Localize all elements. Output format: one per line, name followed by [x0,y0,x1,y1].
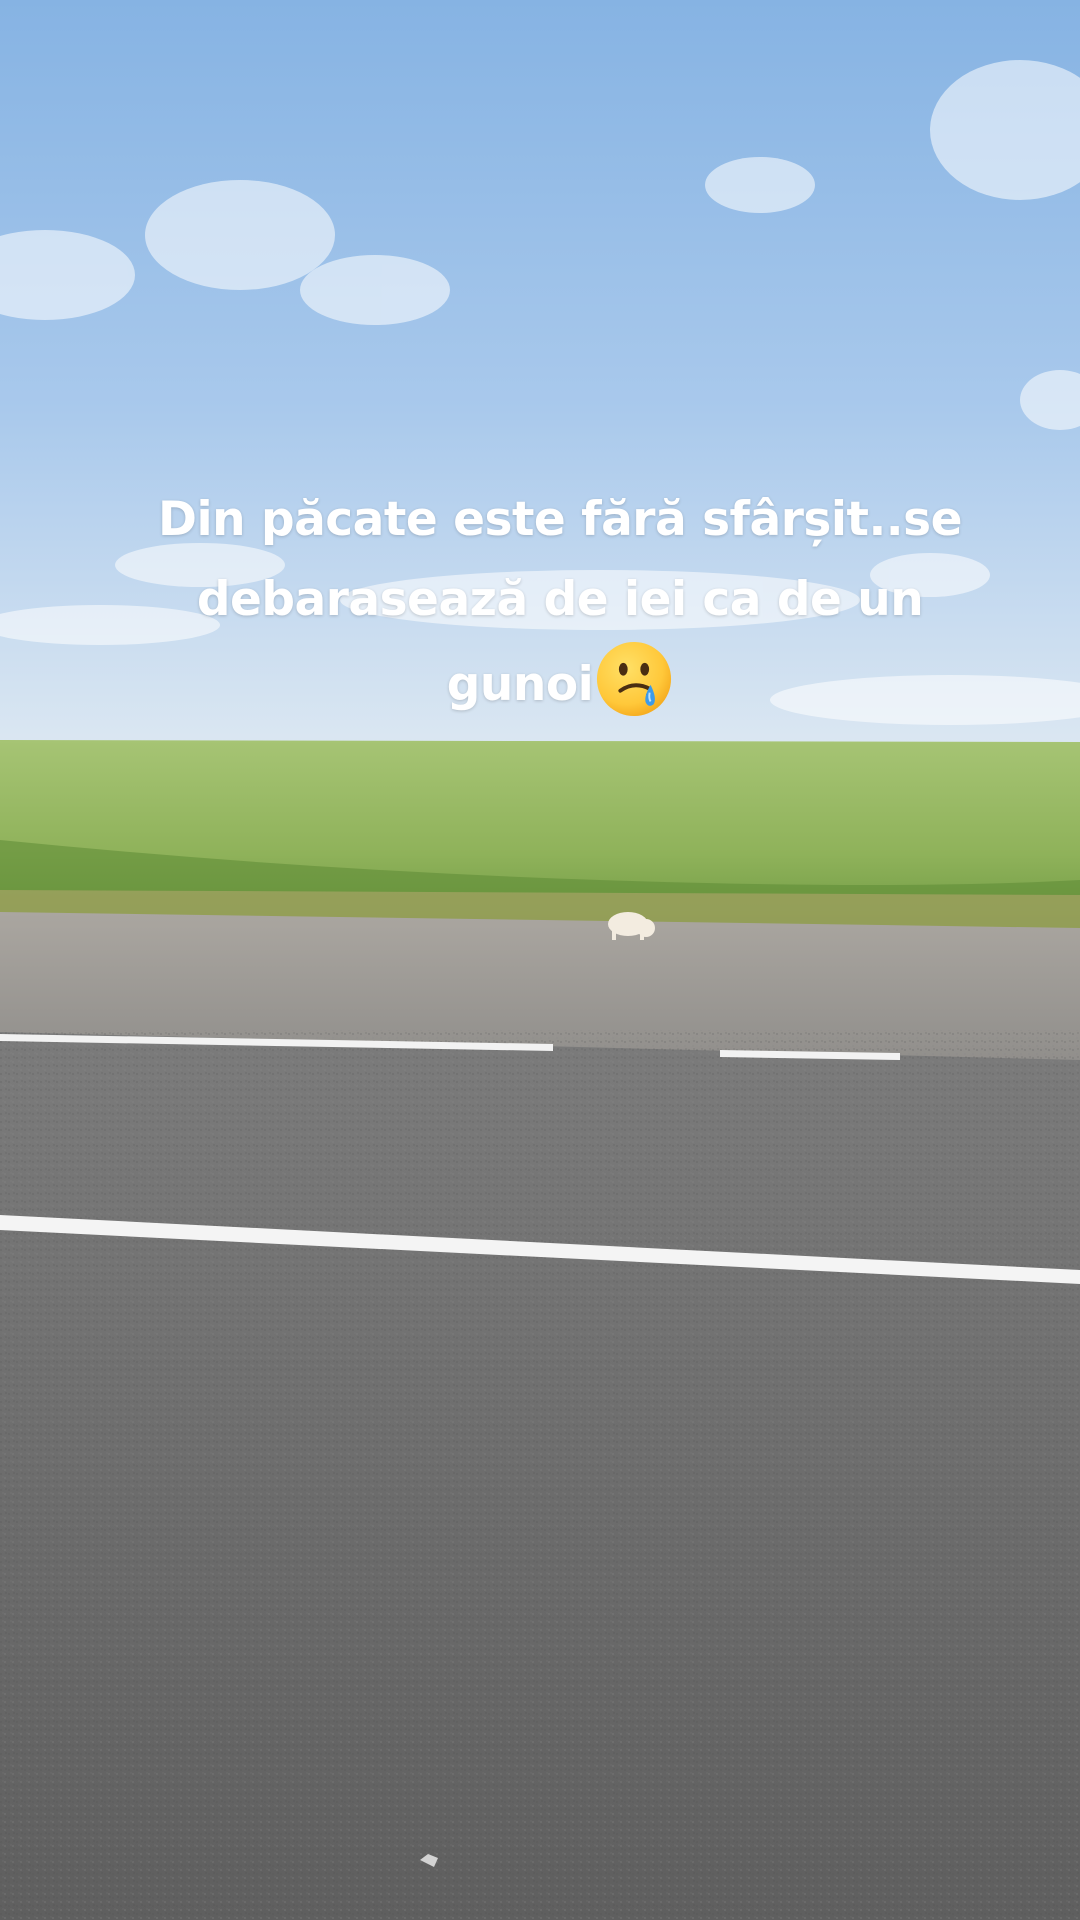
video-frame: Din păcate este fără sfârșit..se debaras… [0,0,1080,1920]
video-caption: Din păcate este fără sfârșit..se debaras… [140,480,980,725]
face-holding-back-tears-icon [595,640,673,718]
caption-text: Din păcate este fără sfârșit..se debaras… [158,492,963,712]
landscape-photo [0,0,1080,1920]
